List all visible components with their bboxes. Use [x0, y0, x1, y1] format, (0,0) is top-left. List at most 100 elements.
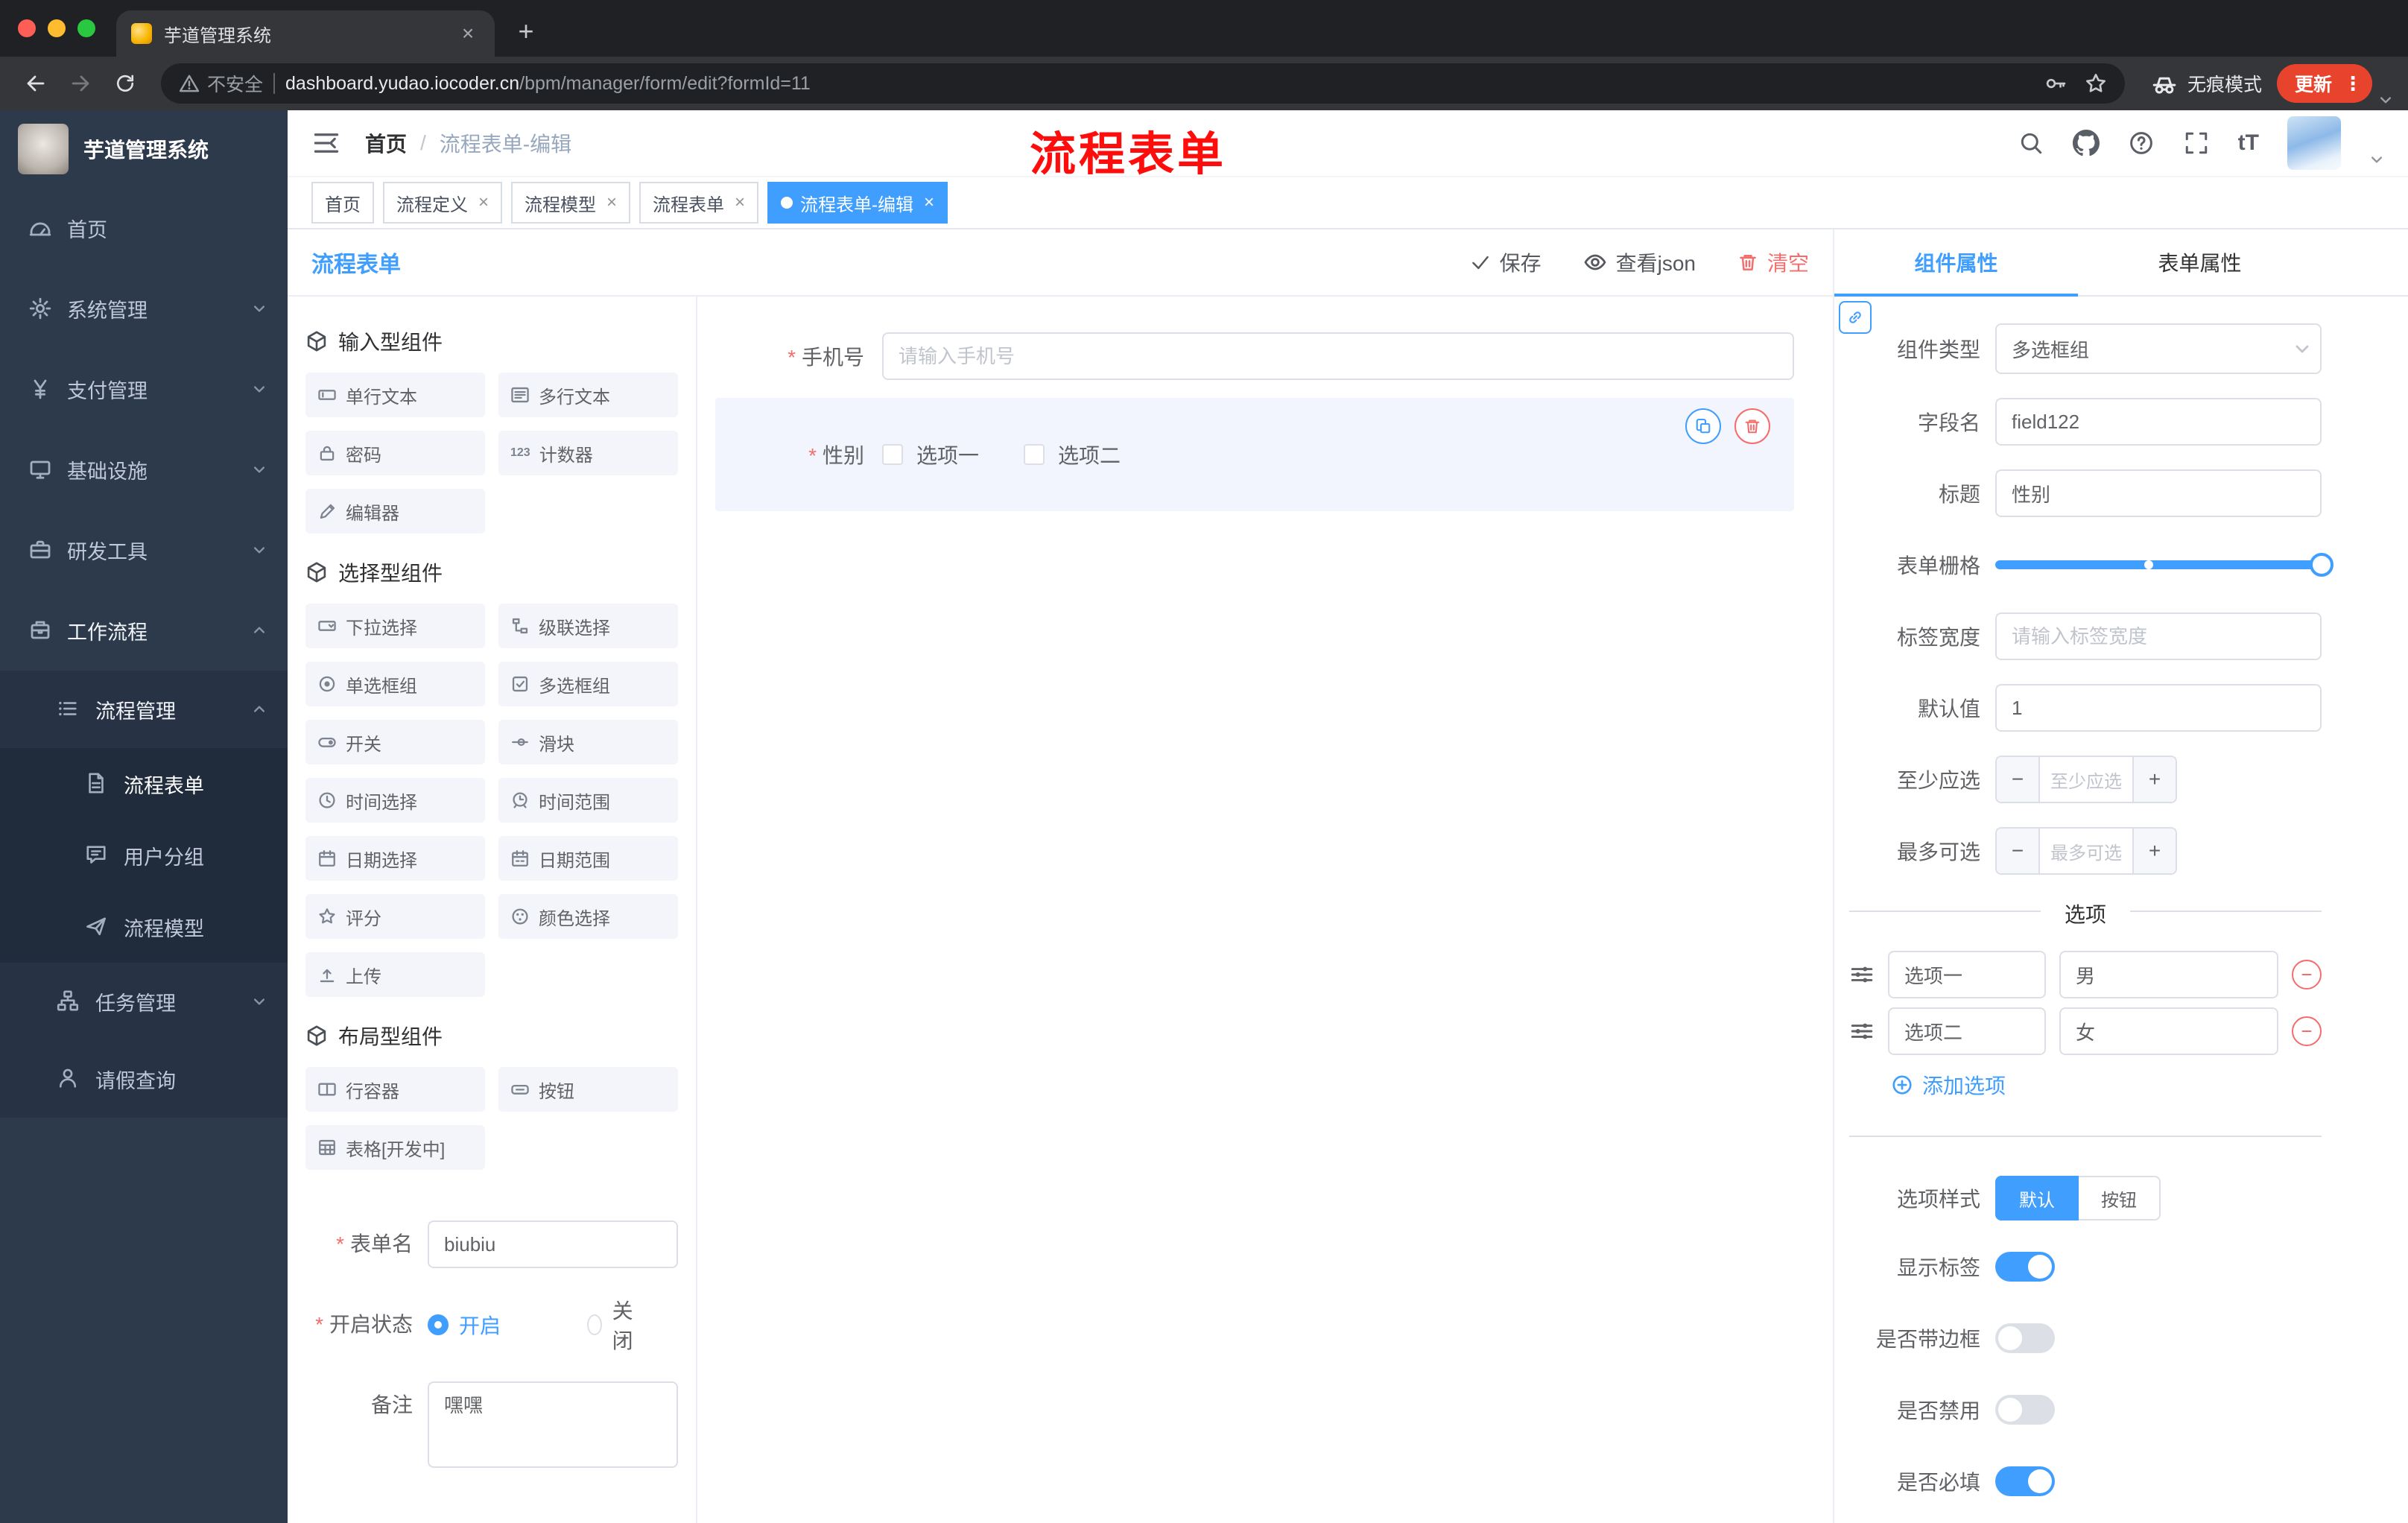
palette-item-editor[interactable]: 编辑器 — [305, 489, 485, 533]
tab-form-props[interactable]: 表单属性 — [2078, 229, 2322, 295]
decrease-button[interactable]: − — [1997, 757, 2040, 802]
view-json-button[interactable]: 查看json — [1583, 247, 1696, 277]
avatar-dropdown-chevron-icon[interactable] — [2369, 152, 2384, 167]
help-icon[interactable] — [2128, 130, 2155, 156]
gender-field-selected[interactable]: 性别 选项一 选项二 — [715, 398, 1794, 511]
palette-item-rate[interactable]: 评分 — [305, 894, 485, 939]
close-window-button[interactable] — [18, 19, 36, 37]
sidebar-item-process-form[interactable]: 流程表单 — [0, 748, 288, 820]
gender-option1-checkbox[interactable]: 选项一 — [882, 440, 979, 469]
phone-input[interactable] — [882, 332, 1794, 380]
disabled-switch[interactable] — [1995, 1395, 2055, 1425]
style-default-button[interactable]: 默认 — [1995, 1176, 2079, 1220]
font-size-icon[interactable]: tT — [2238, 130, 2259, 156]
remove-option-button[interactable] — [2292, 1016, 2322, 1046]
palette-item-counter[interactable]: 123 计数器 — [498, 431, 678, 475]
palette-item-password[interactable]: 密码 — [305, 431, 485, 475]
palette-item-upload[interactable]: 上传 — [305, 952, 485, 997]
remove-option-button[interactable] — [2292, 960, 2322, 990]
show-label-switch[interactable] — [1995, 1252, 2055, 1282]
required-switch[interactable] — [1995, 1466, 2055, 1496]
component-type-select[interactable]: 多选框组 — [1995, 323, 2322, 374]
toolbar-overflow-chevron-icon[interactable] — [2378, 92, 2393, 107]
palette-item-time-range[interactable]: 时间范围 — [498, 778, 678, 823]
palette-item-switch[interactable]: 开关 — [305, 720, 485, 764]
palette-item-textarea[interactable]: 多行文本 — [498, 373, 678, 417]
form-remark-textarea[interactable]: 嘿嘿 — [428, 1381, 678, 1468]
min-select-value[interactable]: 至少应选 — [2040, 757, 2132, 802]
sidebar-item-home[interactable]: 首页 — [0, 188, 288, 268]
fullscreen-icon[interactable] — [2183, 130, 2210, 156]
sidebar-item-payment[interactable]: 支付管理 — [0, 349, 288, 429]
back-button[interactable] — [15, 63, 57, 104]
option-value-input[interactable] — [2059, 1007, 2278, 1055]
palette-item-date-range[interactable]: 日期范围 — [498, 836, 678, 881]
form-name-input[interactable] — [428, 1220, 678, 1268]
sidebar-item-infrastructure[interactable]: 基础设施 — [0, 429, 288, 510]
sidebar-item-process-model[interactable]: 流程模型 — [0, 891, 288, 963]
label-width-input[interactable] — [1995, 612, 2322, 660]
status-on-radio[interactable]: 开启 — [428, 1310, 548, 1340]
tag-close-icon[interactable]: × — [924, 192, 934, 213]
sidebar-item-devtools[interactable]: 研发工具 — [0, 510, 288, 590]
github-icon[interactable] — [2072, 130, 2100, 156]
tag-process-form-edit[interactable]: 流程表单-编辑 × — [767, 182, 948, 224]
user-avatar[interactable] — [2287, 116, 2341, 170]
palette-item-button[interactable]: 按钮 — [498, 1067, 678, 1112]
drag-handle-icon[interactable] — [1849, 1019, 1875, 1044]
sidebar-item-workflow[interactable]: 工作流程 — [0, 590, 288, 671]
tag-close-icon[interactable]: × — [478, 192, 489, 213]
phone-field-row[interactable]: 手机号 — [715, 332, 1794, 380]
sidebar-collapse-icon[interactable] — [311, 128, 341, 158]
palette-item-color-picker[interactable]: 颜色选择 — [498, 894, 678, 939]
palette-item-date-picker[interactable]: 日期选择 — [305, 836, 485, 881]
tag-close-icon[interactable]: × — [735, 192, 745, 213]
sidebar-item-leave-query[interactable]: 请假查询 — [0, 1040, 288, 1118]
browser-tab[interactable]: 芋道管理系统 × — [116, 10, 495, 57]
style-button-button[interactable]: 按钮 — [2079, 1176, 2161, 1220]
zoom-window-button[interactable] — [77, 19, 95, 37]
palette-item-slider[interactable]: 滑块 — [498, 720, 678, 764]
address-bar[interactable]: 不安全 dashboard.yudao.iocoder.cn/bpm/manag… — [161, 63, 2125, 104]
border-switch[interactable] — [1995, 1323, 2055, 1353]
default-value-input[interactable] — [1995, 684, 2322, 732]
tag-process-definition[interactable]: 流程定义 × — [383, 182, 503, 224]
increase-button[interactable]: + — [2132, 829, 2176, 873]
slider-handle[interactable] — [2310, 553, 2333, 577]
sidebar-logo[interactable]: 芋道管理系统 — [0, 110, 288, 188]
tag-process-model[interactable]: 流程模型 × — [511, 182, 631, 224]
option-name-input[interactable] — [1888, 951, 2046, 998]
sidebar-item-process-mgmt[interactable]: 流程管理 — [0, 671, 288, 748]
browser-update-button[interactable]: 更新 ⋮ — [2276, 64, 2372, 103]
form-canvas[interactable]: 手机号 性别 — [697, 297, 1833, 1523]
gender-option2-checkbox[interactable]: 选项二 — [1024, 440, 1121, 469]
option-value-input[interactable] — [2059, 951, 2278, 998]
form-grid-slider[interactable] — [1995, 541, 2333, 589]
copy-component-button[interactable] — [1685, 408, 1721, 444]
reload-button[interactable] — [104, 63, 146, 104]
sidebar-item-system[interactable]: 系统管理 — [0, 268, 288, 349]
increase-button[interactable]: + — [2132, 757, 2176, 802]
palette-item-radio-group[interactable]: 单选框组 — [305, 662, 485, 706]
delete-component-button[interactable] — [1734, 408, 1770, 444]
tab-close-icon[interactable]: × — [456, 22, 480, 45]
tag-home[interactable]: 首页 — [311, 182, 374, 224]
bookmark-star-icon[interactable] — [2085, 72, 2107, 95]
browser-menu-icon[interactable]: ⋮ — [2342, 72, 2363, 95]
slider-track[interactable] — [1995, 553, 2333, 577]
drag-handle-icon[interactable] — [1849, 962, 1875, 987]
search-icon[interactable] — [2018, 130, 2044, 156]
add-option-button[interactable]: 添加选项 — [1891, 1070, 2322, 1100]
password-key-icon[interactable] — [2044, 72, 2067, 95]
save-button[interactable]: 保存 — [1470, 247, 1542, 277]
forward-button[interactable] — [60, 63, 101, 104]
option-name-input[interactable] — [1888, 1007, 2046, 1055]
palette-item-select[interactable]: 下拉选择 — [305, 604, 485, 648]
new-tab-button[interactable]: + — [507, 12, 545, 51]
palette-item-cascader[interactable]: 级联选择 — [498, 604, 678, 648]
title-input[interactable] — [1995, 469, 2322, 517]
tab-component-props[interactable]: 组件属性 — [1834, 229, 2078, 297]
palette-item-row-container[interactable]: 行容器 — [305, 1067, 485, 1112]
palette-item-single-text[interactable]: 单行文本 — [305, 373, 485, 417]
palette-item-checkbox-group[interactable]: 多选框组 — [498, 662, 678, 706]
